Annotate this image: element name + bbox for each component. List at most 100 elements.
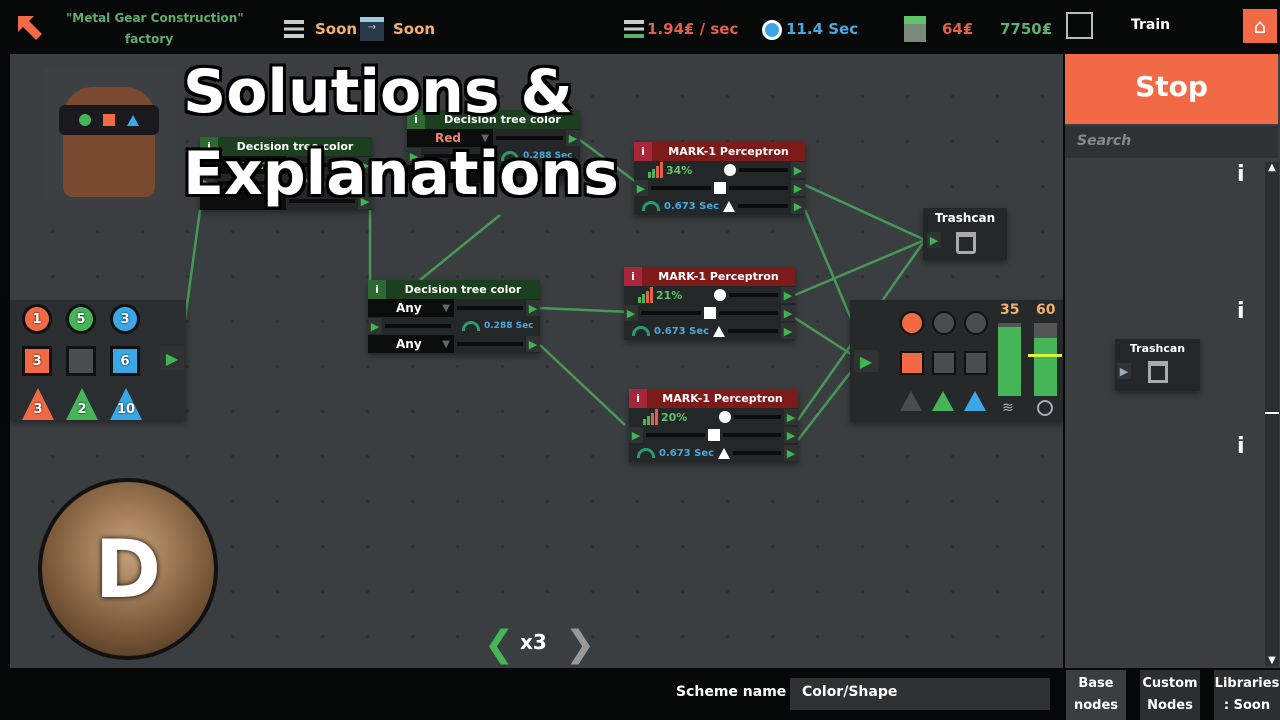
info-icon[interactable]: i <box>1237 434 1245 459</box>
server-icon <box>624 20 644 38</box>
circle-token: 3 <box>110 304 140 334</box>
trashcan-node[interactable]: Trashcan ▶ <box>923 208 1007 260</box>
process-time: 0.673 Sec <box>654 325 710 337</box>
stopwatch-icon <box>762 20 782 40</box>
bar-b-fill <box>1034 337 1057 396</box>
target-square-icon <box>964 351 988 375</box>
input-port[interactable]: ▶ <box>368 318 382 334</box>
info-icon[interactable]: i <box>1237 162 1245 187</box>
scroll-down-icon[interactable]: ▼ <box>1265 655 1279 666</box>
output-port[interactable]: ▶ <box>784 445 798 461</box>
overlay-title-line1: Solutions & <box>183 57 573 127</box>
dropdown-value: Any <box>396 337 422 351</box>
circle-output-icon <box>724 164 736 176</box>
factory-subtitle: factory <box>125 32 174 46</box>
target-square-icon <box>932 351 956 375</box>
train-label[interactable]: Train <box>1131 17 1170 33</box>
speed-increase-button[interactable]: ❯ <box>565 624 595 665</box>
triangle-token: 10 <box>110 388 142 420</box>
target-icon <box>1037 400 1053 416</box>
input-port[interactable]: ▶ <box>629 427 643 443</box>
color-dropdown-2[interactable]: Any ▼ <box>368 335 454 353</box>
input-port[interactable]: ▶ <box>854 350 878 372</box>
panel-scrollbar[interactable]: ▲ ▼ <box>1265 162 1279 666</box>
perceptron-node[interactable]: i MARK-1 Perceptron 20% ▶ ▶ ▶ 0.673 Sec ▶ <box>629 389 798 462</box>
perceptron-node[interactable]: i MARK-1 Perceptron 34% ▶ ▶ ▶ 0.673 Sec ▶ <box>634 142 805 215</box>
accuracy-bars-icon <box>638 287 653 303</box>
info-icon[interactable]: i <box>1237 299 1245 324</box>
triangle-output-icon <box>718 447 731 459</box>
info-icon[interactable]: i <box>634 142 652 161</box>
square-token <box>66 346 96 376</box>
output-port[interactable]: ▶ <box>791 162 805 178</box>
overlay-title-line2: Explanations <box>183 139 619 209</box>
output-port[interactable]: ▶ <box>784 409 798 425</box>
trash-icon <box>1148 361 1168 383</box>
circle-token: 1 <box>22 304 52 334</box>
info-icon[interactable]: i <box>629 389 647 408</box>
trashcan-title: Trashcan <box>934 211 996 225</box>
output-port[interactable]: ▶ <box>781 323 795 339</box>
input-port[interactable]: ▶ <box>1117 363 1131 379</box>
cycle-time: 11.4 Sec <box>786 20 859 38</box>
stop-button[interactable]: Stop <box>1065 54 1278 124</box>
bar-a <box>998 323 1021 396</box>
output-port[interactable]: ▶ <box>160 346 184 370</box>
decision-tree-node[interactable]: i Decision tree color Any ▼ ▶ ▶ 0.288 Sec An… <box>368 280 540 353</box>
input-port[interactable]: ▶ <box>927 232 941 248</box>
speed-decrease-button[interactable]: ❮ <box>484 624 514 665</box>
output-port[interactable]: ▶ <box>791 180 805 196</box>
output-port[interactable]: ▶ <box>781 287 795 303</box>
target-circle-icon <box>932 311 956 335</box>
target-square-icon <box>900 351 924 375</box>
input-port[interactable]: ▶ <box>634 180 648 196</box>
slot1-status: Soon <box>315 20 358 38</box>
output-port[interactable]: ▶ <box>791 198 805 214</box>
input-port[interactable]: ▶ <box>624 305 638 321</box>
server-icon <box>284 20 304 38</box>
accuracy-bars-icon <box>643 409 658 425</box>
accuracy-value: 21% <box>656 288 683 302</box>
back-arrow-icon[interactable] <box>14 12 46 44</box>
scheme-name-input[interactable]: Color/Shape <box>790 678 1050 710</box>
scroll-thumb[interactable] <box>1265 412 1279 414</box>
cost-value: 64₤ <box>942 20 974 38</box>
triangle-token: 3 <box>22 388 54 420</box>
chevron-down-icon: ▼ <box>442 302 450 314</box>
input-source-node[interactable]: 1 5 3 3 6 3 2 10 ▶ <box>10 300 186 420</box>
train-checkbox[interactable] <box>1066 12 1093 39</box>
channel-avatar: D <box>38 478 218 660</box>
vr-headset-icon <box>59 105 159 135</box>
process-time: 0.288 Sec <box>484 321 534 331</box>
info-icon[interactable]: i <box>624 267 642 286</box>
target-triangle-icon <box>964 391 986 411</box>
color-dropdown-1[interactable]: Any ▼ <box>368 299 454 317</box>
broom-icon[interactable]: ⌂ <box>1243 9 1277 43</box>
threshold-slider[interactable] <box>1028 353 1062 357</box>
tab-custom-nodes[interactable]: Custom Nodes <box>1140 670 1200 720</box>
output-port[interactable]: ▶ <box>526 300 540 316</box>
output-port[interactable]: ▶ <box>781 305 795 321</box>
speed-gauge-icon <box>637 448 655 458</box>
trash-icon <box>956 232 976 254</box>
bar-b[interactable] <box>1028 323 1062 396</box>
target-output-node[interactable]: ▶ 35 60 ≋ <box>850 300 1063 422</box>
output-port[interactable]: ▶ <box>784 427 798 443</box>
circle-output-icon <box>714 289 726 301</box>
trashcan-template[interactable]: Trashcan ▶ <box>1115 339 1200 391</box>
output-port[interactable]: ▶ <box>526 336 540 352</box>
node-title: Decision tree color <box>404 283 522 296</box>
speed-label: x3 <box>520 630 547 654</box>
scroll-up-icon[interactable]: ▲ <box>1265 162 1279 173</box>
square-output-icon <box>703 307 716 319</box>
perceptron-node[interactable]: i MARK-1 Perceptron 21% ▶ ▶ ▶ 0.673 Sec ▶ <box>624 267 795 340</box>
search-input[interactable]: Search <box>1065 126 1278 158</box>
layers-icon: ≋ <box>1002 400 1014 416</box>
tab-base-nodes[interactable]: Base nodes <box>1066 670 1126 720</box>
info-icon[interactable]: i <box>368 280 386 299</box>
node-title: MARK-1 Perceptron <box>662 392 783 405</box>
node-title: MARK-1 Perceptron <box>658 270 779 283</box>
node-title: MARK-1 Perceptron <box>668 145 789 158</box>
target-triangle-icon <box>932 391 954 411</box>
tab-libraries[interactable]: Libraries : Soon <box>1214 670 1280 720</box>
